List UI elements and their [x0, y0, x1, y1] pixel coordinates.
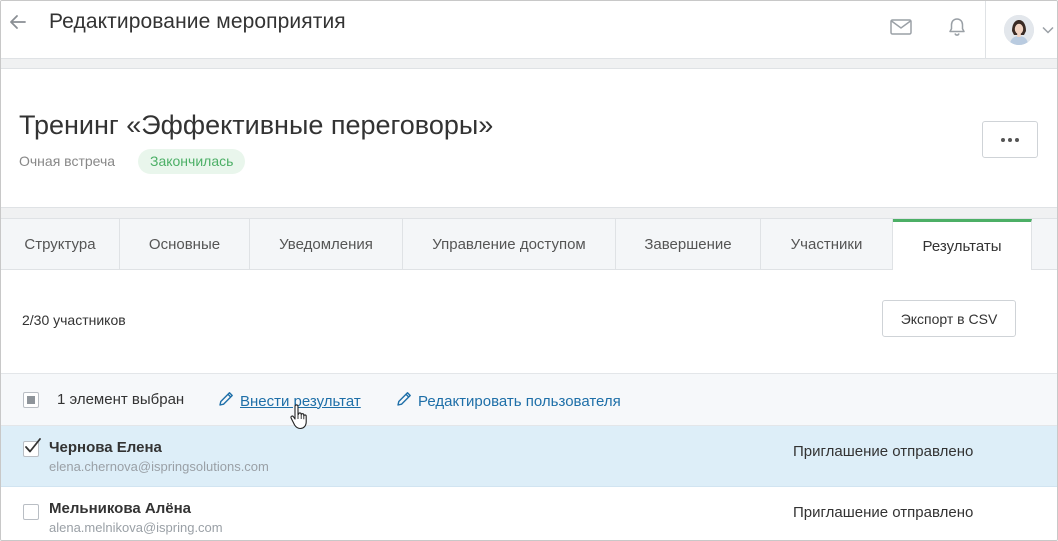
hand-pointer-cursor-icon [290, 404, 308, 435]
tab-results[interactable]: Результаты [893, 219, 1032, 270]
avatar [1004, 14, 1034, 45]
profile-menu[interactable] [985, 1, 1057, 58]
results-summary: 2/30 участников Экспорт в CSV [1, 270, 1057, 374]
top-actions [873, 1, 1057, 58]
arrow-left-icon[interactable] [7, 11, 29, 33]
tab-notifications[interactable]: Уведомления [250, 219, 403, 269]
table-row[interactable]: Мельникова Алёна alena.melnikova@ispring… [1, 488, 1057, 540]
top-bar: Редактирование мероприятия [1, 1, 1057, 59]
tab-bar: Структура Основные Уведомления Управлени… [1, 219, 1057, 270]
participant-status: Приглашение отправлено [793, 443, 974, 460]
bell-icon [948, 17, 966, 42]
envelope-icon [890, 19, 912, 40]
pencil-icon [395, 390, 418, 412]
tab-structure[interactable]: Структура [1, 219, 120, 269]
edit-user-label: Редактировать пользователя [418, 392, 621, 410]
status-badge: Закончилась [138, 149, 246, 174]
tab-participants[interactable]: Участники [761, 219, 893, 269]
row-checkbox[interactable] [23, 504, 39, 520]
participant-name: Мельникова Алёна [49, 500, 191, 517]
select-all-checkbox[interactable] [23, 392, 39, 408]
selection-bar: 1 элемент выбран Внести результат Редакт… [1, 374, 1057, 426]
separator [1, 207, 1057, 219]
selection-count: 1 элемент выбран [57, 391, 185, 408]
more-horizontal-icon [1001, 137, 1019, 142]
pencil-icon [217, 390, 240, 412]
participant-email: elena.chernova@ispringsolutions.com [49, 459, 269, 474]
table-row[interactable]: Чернова Елена elena.chernova@ispringsolu… [1, 426, 1057, 487]
enter-result-link[interactable]: Внести результат [217, 390, 361, 412]
app-window: Редактирование мероприятия Тренинг «Эффе… [0, 0, 1058, 541]
separator [1, 59, 1057, 69]
notifications-button[interactable] [929, 1, 985, 58]
tab-access-management[interactable]: Управление доступом [403, 219, 616, 269]
more-options-button[interactable] [982, 121, 1038, 158]
participants-count: 2/30 участников [22, 312, 126, 328]
export-csv-button[interactable]: Экспорт в CSV [882, 300, 1016, 337]
tab-completion[interactable]: Завершение [616, 219, 761, 269]
chevron-down-icon [1042, 21, 1054, 39]
event-title: Тренинг «Эффективные переговоры» [19, 110, 494, 140]
participant-name: Чернова Елена [49, 439, 162, 456]
participant-email: alena.melnikova@ispring.com [49, 520, 223, 535]
participant-status: Приглашение отправлено [793, 504, 974, 521]
edit-user-link[interactable]: Редактировать пользователя [395, 390, 621, 412]
event-type: Очная встреча [19, 153, 116, 169]
event-header: Тренинг «Эффективные переговоры» Очная в… [1, 69, 1057, 207]
page-title: Редактирование мероприятия [49, 10, 346, 33]
tab-general[interactable]: Основные [120, 219, 250, 269]
messages-button[interactable] [873, 1, 929, 58]
row-checkbox[interactable] [23, 438, 41, 457]
